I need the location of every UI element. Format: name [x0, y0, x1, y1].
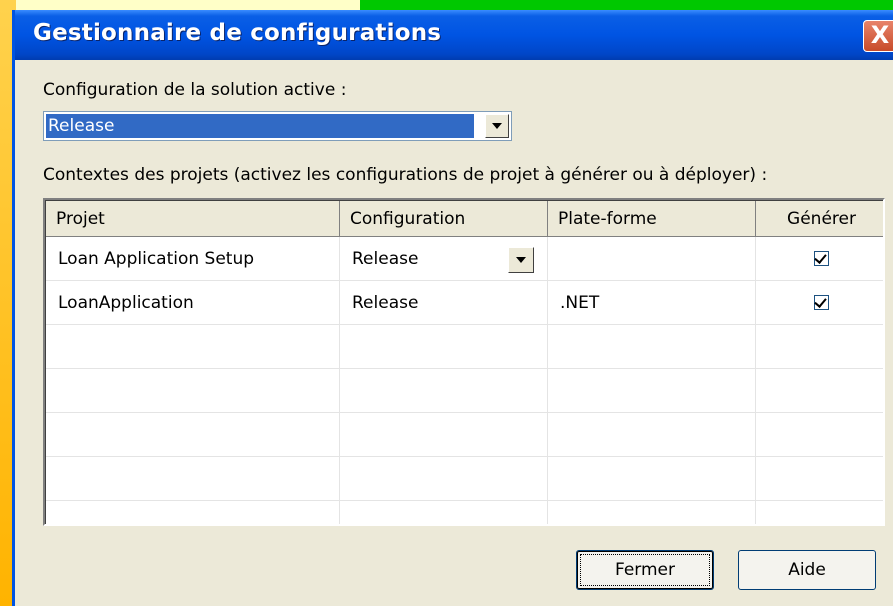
table-row-platform[interactable]	[548, 237, 756, 281]
empty-cell	[340, 325, 548, 369]
project-contexts-label: Contextes des projets (activez les confi…	[43, 165, 768, 185]
column-header-platform[interactable]: Plate-forme	[548, 201, 756, 237]
chevron-down-icon	[492, 123, 502, 129]
active-config-dropdown-button[interactable]	[485, 114, 509, 138]
table-row-project[interactable]: LoanApplication	[46, 281, 340, 325]
empty-cell	[340, 501, 548, 524]
empty-cell	[46, 413, 340, 457]
column-header-project[interactable]: Projet	[46, 201, 340, 237]
row-configuration-dropdown-button[interactable]	[508, 247, 534, 273]
table-row-build	[756, 237, 883, 281]
table-row-platform[interactable]: .NET	[548, 281, 756, 325]
table-row-project[interactable]: Loan Application Setup	[46, 237, 340, 281]
empty-cell	[548, 413, 756, 457]
table-row-configuration[interactable]: Release	[340, 281, 548, 325]
column-header-configuration[interactable]: Configuration	[340, 201, 548, 237]
active-config-value: Release	[46, 114, 474, 138]
table-row-configuration-dropdown[interactable]: Release	[340, 237, 548, 281]
project-contexts-grid[interactable]: Projet Configuration Plate-forme Générer…	[43, 198, 885, 526]
focus-ring	[580, 554, 710, 586]
close-button[interactable]: Fermer	[576, 550, 714, 590]
empty-cell	[340, 457, 548, 501]
empty-cell	[756, 369, 883, 413]
dialog-title: Gestionnaire de configurations	[33, 20, 442, 46]
checkmark-icon	[814, 295, 827, 308]
empty-cell	[548, 501, 756, 524]
empty-cell	[46, 457, 340, 501]
empty-cell	[340, 413, 548, 457]
empty-cell	[756, 457, 883, 501]
empty-cell	[756, 501, 883, 524]
empty-cell	[756, 325, 883, 369]
title-bar[interactable]: Gestionnaire de configurations X	[15, 10, 893, 60]
close-icon: X	[870, 21, 890, 49]
empty-cell	[548, 325, 756, 369]
build-checkbox[interactable]	[814, 251, 829, 266]
empty-cell	[46, 325, 340, 369]
column-header-build[interactable]: Générer	[756, 201, 883, 237]
checkmark-icon	[814, 251, 827, 264]
table-row-configuration: Release	[352, 249, 419, 269]
empty-cell	[46, 501, 340, 524]
active-config-dropdown[interactable]: Release	[43, 111, 512, 141]
empty-cell	[756, 413, 883, 457]
chevron-down-icon	[516, 257, 526, 263]
empty-cell	[46, 369, 340, 413]
close-window-button[interactable]: X	[863, 20, 893, 52]
empty-cell	[548, 457, 756, 501]
table-row-build	[756, 281, 883, 325]
empty-cell	[548, 369, 756, 413]
configuration-manager-dialog: Gestionnaire de configurations X Configu…	[12, 10, 893, 606]
active-config-label: Configuration de la solution active :	[43, 80, 347, 100]
help-button[interactable]: Aide	[738, 550, 876, 590]
help-button-label: Aide	[788, 560, 826, 580]
empty-cell	[340, 369, 548, 413]
build-checkbox[interactable]	[814, 295, 829, 310]
grid-body: Projet Configuration Plate-forme Générer…	[45, 200, 883, 524]
